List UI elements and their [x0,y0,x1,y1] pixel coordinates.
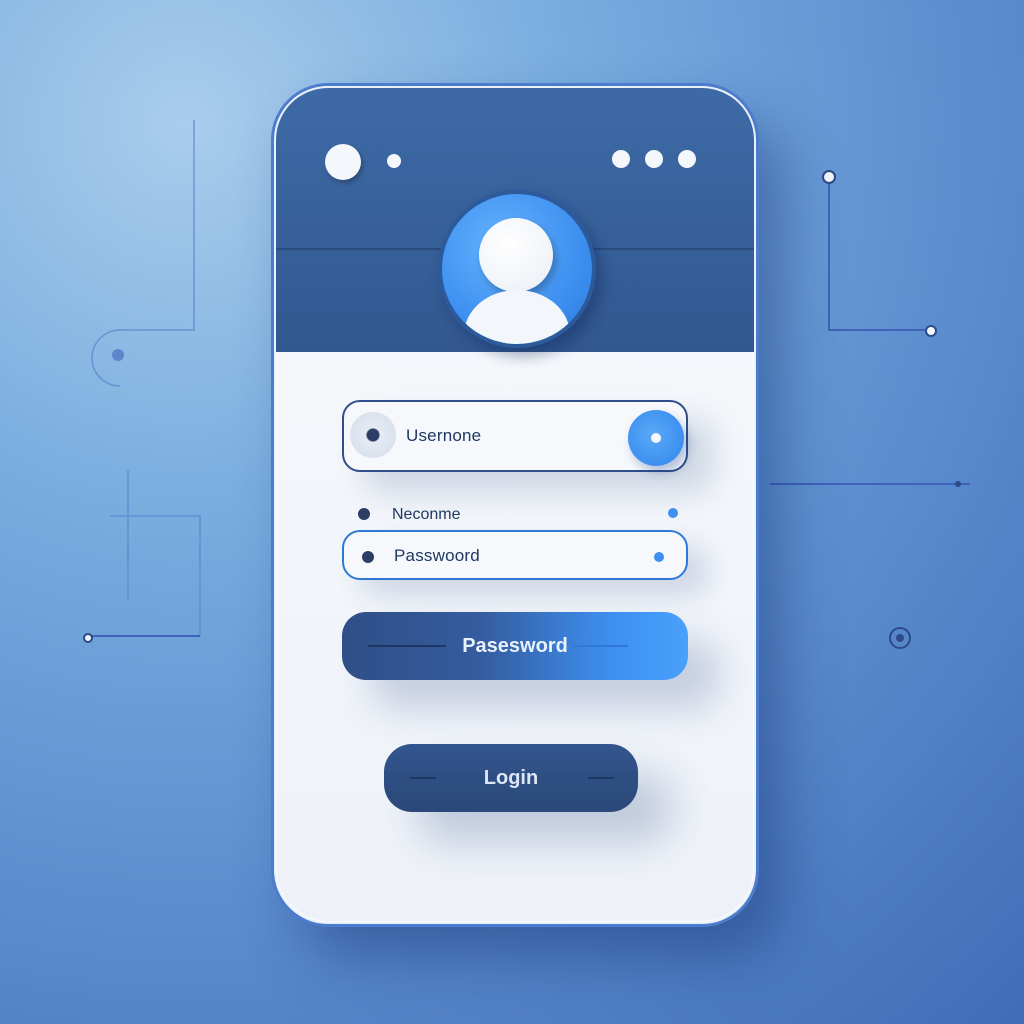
password-button[interactable]: Pasesword [342,612,688,680]
password-value: Passwoord [394,546,480,565]
username-value: Usernone [406,426,482,445]
login-button[interactable]: Login [384,744,638,812]
bullet-icon [362,551,374,563]
button-line-decoration [588,777,614,779]
password-field[interactable]: Passwoord [342,530,688,580]
login-button-label: Login [483,766,539,789]
status-dot-icon [678,150,696,168]
avatar-head [479,218,553,292]
sensor-icon [387,154,401,168]
status-dot-icon [645,150,663,168]
nickname-label: Neconme [392,506,461,523]
radio-icon [350,412,396,458]
indicator-dot-icon [654,552,664,562]
user-avatar-icon[interactable] [438,190,596,348]
indicator-dot-icon [668,508,678,518]
status-dot-icon [612,150,630,168]
circle-toggle-icon[interactable] [628,410,684,466]
username-field[interactable]: Usernone [342,400,688,472]
bullet-icon [358,508,370,520]
nickname-label-row: Neconme [358,506,688,524]
camera-icon [325,144,361,180]
phone-frame: Usernone Neconme Passwoord Pasesword Log… [274,86,756,924]
password-button-label: Pasesword [462,634,568,657]
button-line-decoration [574,645,628,647]
button-line-decoration [368,645,446,647]
avatar-body [464,290,570,344]
button-line-decoration [410,777,436,779]
